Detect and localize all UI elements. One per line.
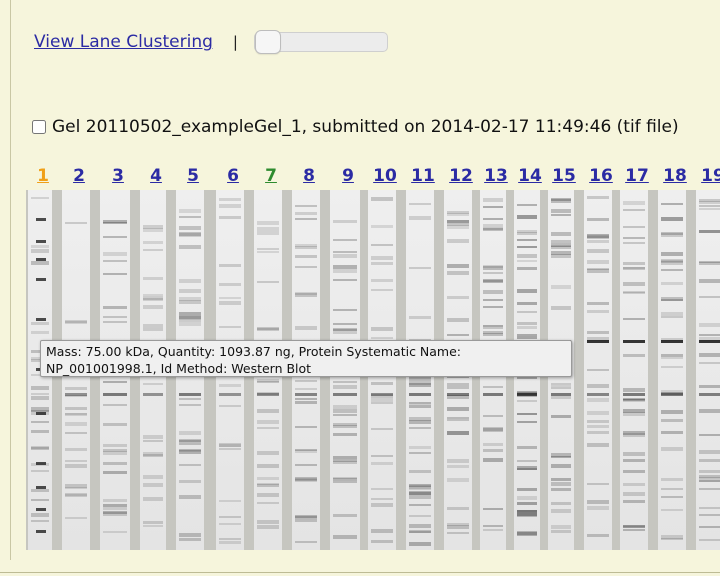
view-lane-clustering-link[interactable]: View Lane Clustering	[34, 32, 213, 52]
lane-slider[interactable]	[254, 30, 388, 54]
lane-number-19[interactable]: 19	[698, 166, 720, 186]
tooltip-line-2: NP_001001998.1, Id Method: Western Blot	[46, 361, 312, 376]
gel-lane-16[interactable]	[584, 190, 612, 550]
lane-number-7[interactable]: 7	[256, 166, 286, 186]
lane-number-6[interactable]: 6	[218, 166, 248, 186]
lane-number-9[interactable]: 9	[332, 166, 364, 186]
lane-number-15[interactable]: 15	[550, 166, 578, 186]
left-border	[10, 0, 11, 560]
lane-number-17[interactable]: 17	[622, 166, 652, 186]
lane-number-4[interactable]: 4	[142, 166, 170, 186]
lane-number-5[interactable]: 5	[178, 166, 208, 186]
lane-number-14[interactable]: 14	[516, 166, 544, 186]
lane-number-12[interactable]: 12	[446, 166, 476, 186]
slider-handle[interactable]	[255, 30, 281, 54]
toolbar: View Lane Clustering |	[34, 30, 238, 54]
lane-number-10[interactable]: 10	[370, 166, 400, 186]
lane-number-18[interactable]: 18	[660, 166, 690, 186]
band-tooltip: Mass: 75.00 kDa, Quantity: 1093.87 ng, P…	[40, 340, 572, 377]
gel-lane-19[interactable]	[696, 190, 720, 550]
lane-number-16[interactable]: 16	[586, 166, 616, 186]
lane-number-2[interactable]: 2	[64, 166, 94, 186]
lane-number-13[interactable]: 13	[482, 166, 510, 186]
gel-header: Gel 20110502_exampleGel_1, submitted on …	[30, 116, 679, 138]
gel-select-checkbox[interactable]	[32, 120, 46, 134]
bottom-border	[0, 572, 720, 573]
lane-number-11[interactable]: 11	[408, 166, 438, 186]
gel-title: Gel 20110502_exampleGel_1, submitted on …	[52, 117, 679, 137]
lane-number-row: 1 2 3 4 5 6 7 8 9 10 11 12 13 14 15 16 17 18 19	[30, 166, 720, 188]
lane-number-8[interactable]: 8	[294, 166, 324, 186]
toolbar-separator: |	[232, 33, 238, 51]
gel-lane-18[interactable]	[658, 190, 686, 550]
gel-lane-17[interactable]	[620, 190, 648, 550]
lane-number-1[interactable]: 1	[30, 166, 56, 186]
lane-number-3[interactable]: 3	[102, 166, 134, 186]
tooltip-line-1: Mass: 75.00 kDa, Quantity: 1093.87 ng, P…	[46, 344, 462, 359]
